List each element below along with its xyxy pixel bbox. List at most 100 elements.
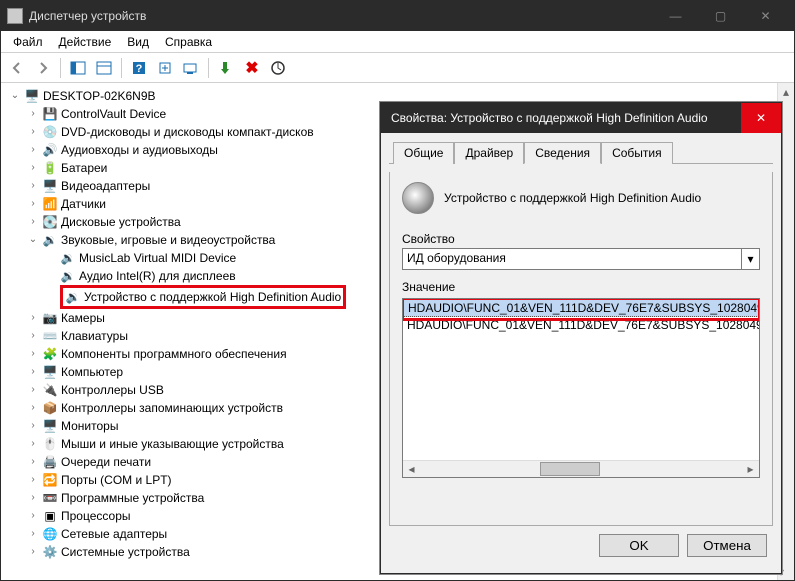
expand-icon[interactable]: › — [27, 507, 39, 525]
display-adapter-icon: 🖥️ — [42, 178, 58, 194]
tree-label: Звуковые, игровые и видеоустройства — [61, 231, 275, 249]
network-icon: 🌐 — [42, 526, 58, 542]
computer-icon: 🖥️ — [42, 364, 58, 380]
tree-label: Порты (COM и LPT) — [61, 471, 172, 489]
software-icon: 🧩 — [42, 346, 58, 362]
value-listbox[interactable]: HDAUDIO\FUNC_01&VEN_111D&DEV_76E7&SUBSYS… — [402, 298, 760, 478]
expand-icon[interactable]: › — [27, 345, 39, 363]
tree-label: Программные устройства — [61, 489, 204, 507]
action-button[interactable] — [153, 56, 177, 80]
separator — [60, 58, 61, 78]
camera-icon: 📷 — [42, 310, 58, 326]
update-driver-button[interactable] — [266, 56, 290, 80]
system-icon: ⚙️ — [42, 544, 58, 560]
tab-events[interactable]: События — [601, 142, 673, 164]
expand-icon[interactable]: › — [27, 399, 39, 417]
device-name-label: Устройство с поддержкой High Definition … — [444, 191, 701, 205]
window-title: Диспетчер устройств — [29, 9, 653, 23]
tree-label: Компьютер — [61, 363, 123, 381]
menu-file[interactable]: Файл — [5, 33, 51, 51]
port-icon: 🔁 — [42, 472, 58, 488]
tree-label: ControlVault Device — [61, 105, 166, 123]
expand-icon[interactable]: › — [27, 105, 39, 123]
separator — [208, 58, 209, 78]
tab-details[interactable]: Сведения — [524, 142, 601, 164]
scroll-up-button[interactable]: ▴ — [778, 83, 794, 100]
tabstrip: Общие Драйвер Сведения События — [389, 141, 773, 164]
tree-label: Очереди печати — [61, 453, 151, 471]
disable-device-button[interactable]: ✖ — [240, 56, 264, 80]
tab-general[interactable]: Общие — [393, 142, 454, 164]
expand-icon[interactable]: › — [27, 525, 39, 543]
expand-icon[interactable]: › — [27, 159, 39, 177]
expand-icon[interactable]: › — [27, 327, 39, 345]
expand-icon[interactable]: › — [27, 141, 39, 159]
expand-icon[interactable]: › — [27, 471, 39, 489]
property-combobox[interactable]: ИД оборудования ▾ — [402, 248, 760, 270]
tree-label: Аудиовходы и аудиовыходы — [61, 141, 218, 159]
expand-icon[interactable]: › — [27, 381, 39, 399]
tree-label: Аудио Intel(R) для дисплеев — [79, 267, 236, 285]
hwid-row-selected[interactable]: HDAUDIO\FUNC_01&VEN_111D&DEV_76E7&SUBSYS… — [403, 299, 759, 317]
expand-icon[interactable]: › — [27, 435, 39, 453]
printer-icon: 🖨️ — [42, 454, 58, 470]
tree-label: Батареи — [61, 159, 107, 177]
tree-label: Контроллеры запоминающих устройств — [61, 399, 283, 417]
properties-dialog: Свойства: Устройство с поддержкой High D… — [380, 102, 782, 574]
scroll-thumb[interactable] — [540, 462, 600, 476]
expand-icon[interactable]: › — [27, 309, 39, 327]
expand-icon[interactable]: › — [27, 123, 39, 141]
expand-icon[interactable]: › — [27, 453, 39, 471]
tree-label: Камеры — [61, 309, 105, 327]
minimize-button[interactable]: — — [653, 1, 698, 31]
hwid-row[interactable]: HDAUDIO\FUNC_01&VEN_111D&DEV_76E7&SUBSYS… — [403, 317, 759, 333]
tree-label: Мыши и иные указывающие устройства — [61, 435, 284, 453]
scroll-left-button[interactable]: ◂ — [403, 461, 420, 477]
scan-hardware-button[interactable] — [179, 56, 203, 80]
tree-label: Видеоадаптеры — [61, 177, 150, 195]
scroll-right-button[interactable]: ▸ — [742, 461, 759, 477]
show-hide-tree-button[interactable] — [66, 56, 90, 80]
expand-icon[interactable]: › — [27, 213, 39, 231]
expand-icon[interactable]: › — [27, 177, 39, 195]
maximize-button[interactable]: ▢ — [698, 1, 743, 31]
chevron-down-icon[interactable]: ▾ — [741, 249, 759, 269]
menu-action[interactable]: Действие — [51, 33, 120, 51]
dialog-titlebar[interactable]: Свойства: Устройство с поддержкой High D… — [381, 103, 781, 133]
dialog-close-button[interactable]: ✕ — [741, 103, 781, 133]
sound-device-icon: 🔉 — [60, 250, 76, 266]
separator — [121, 58, 122, 78]
enable-device-button[interactable] — [214, 56, 238, 80]
titlebar[interactable]: Диспетчер устройств — ▢ ✕ — [1, 1, 794, 31]
expand-icon[interactable]: › — [27, 543, 39, 561]
battery-icon: 🔋 — [42, 160, 58, 176]
expand-icon[interactable]: › — [27, 363, 39, 381]
property-label: Свойство — [402, 232, 760, 246]
forward-button[interactable] — [31, 56, 55, 80]
expand-icon[interactable]: › — [27, 195, 39, 213]
tree-label: Устройство с поддержкой High Definition … — [84, 288, 341, 306]
tree-label: Компоненты программного обеспечения — [61, 345, 287, 363]
details-panel: Устройство с поддержкой High Definition … — [389, 172, 773, 526]
back-button[interactable] — [5, 56, 29, 80]
storage-icon: 📦 — [42, 400, 58, 416]
ok-button[interactable]: OK — [599, 534, 679, 557]
tab-driver[interactable]: Драйвер — [454, 142, 524, 164]
menubar: Файл Действие Вид Справка — [1, 31, 794, 53]
dvd-icon: 💿 — [42, 124, 58, 140]
scroll-track[interactable] — [420, 461, 742, 477]
properties-button[interactable] — [92, 56, 116, 80]
expand-icon[interactable]: › — [27, 417, 39, 435]
close-button[interactable]: ✕ — [743, 1, 788, 31]
cancel-button[interactable]: Отмена — [687, 534, 767, 557]
expand-icon[interactable]: › — [27, 489, 39, 507]
horizontal-scrollbar[interactable]: ◂ ▸ — [403, 460, 759, 477]
computer-icon: 🖥️ — [24, 88, 40, 104]
highlight-box: 🔉Устройство с поддержкой High Definition… — [60, 285, 346, 309]
collapse-icon[interactable]: ⌄ — [9, 87, 21, 105]
tree-label: MusicLab Virtual MIDI Device — [79, 249, 236, 267]
help-button[interactable]: ? — [127, 56, 151, 80]
menu-help[interactable]: Справка — [157, 33, 220, 51]
collapse-icon[interactable]: ⌄ — [27, 231, 39, 249]
menu-view[interactable]: Вид — [119, 33, 157, 51]
